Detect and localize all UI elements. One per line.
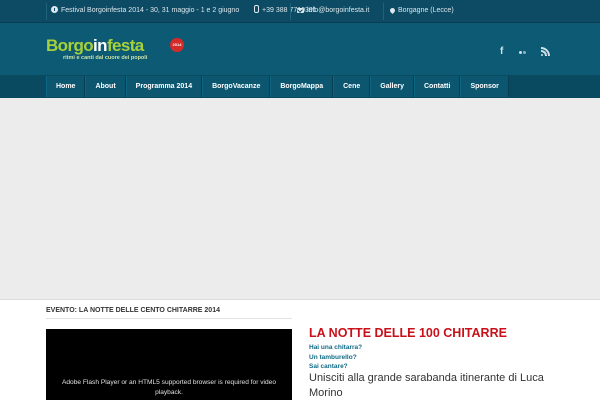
top-info-bar: Festival Borgoinfesta 2014 - 30, 31 magg… [0, 0, 600, 23]
event-dates-text: Festival Borgoinfesta 2014 - 30, 31 magg… [61, 7, 240, 14]
top-separator [46, 3, 47, 20]
email-info[interactable]: info@borgoinfesta.it [297, 5, 369, 17]
top-separator [290, 3, 291, 20]
top-separator [383, 3, 384, 20]
mail-icon [297, 8, 304, 13]
nav-item-contatti[interactable]: Contatti [414, 76, 461, 97]
nav-item-cene[interactable]: Cene [333, 76, 371, 97]
post-question: Un tamburello? [309, 354, 357, 361]
info-icon [51, 6, 58, 13]
post-question: Sai cantare? [309, 363, 348, 370]
slider-placeholder [0, 98, 600, 300]
video-player[interactable]: Adobe Flash Player or an HTML5 supported… [46, 329, 292, 400]
email-link[interactable]: info@borgoinfesta.it [307, 7, 369, 14]
nav-item-sponsor[interactable]: Sponsor [460, 76, 509, 97]
logo-wordmark: Borgoinfesta [46, 36, 144, 55]
site-logo[interactable]: Borgoinfesta 2014 ritmi e canti dal cuor… [46, 36, 186, 68]
nav-item-about[interactable]: About [85, 76, 126, 97]
nav-item-programma[interactable]: Programma 2014 [125, 76, 203, 97]
site-header: Borgoinfesta 2014 ritmi e canti dal cuor… [0, 23, 600, 75]
post-question: Hai una chitarra? [309, 344, 363, 351]
main-nav: Home About Programma 2014 BorgoVacanze B… [46, 76, 509, 97]
map-pin-icon [388, 6, 397, 15]
post-lead-text: Unisciti alla grande sarabanda itinerant… [309, 372, 544, 399]
nav-item-borgovacanze[interactable]: BorgoVacanze [202, 76, 271, 97]
phone-icon [254, 5, 259, 13]
flickr-icon[interactable] [519, 47, 527, 57]
event-heading: EVENTO: LA NOTTE DELLE CENTO CHITARRE 20… [46, 307, 220, 314]
nav-item-home[interactable]: Home [46, 76, 86, 97]
location-info: Borgagne (Lecce) [388, 5, 454, 17]
logo-tagline: ritmi e canti dal cuore dei popoli [63, 55, 148, 61]
post-title: LA NOTTE DELLE 100 CHITARRE [309, 326, 507, 340]
event-dates-info: Festival Borgoinfesta 2014 - 30, 31 magg… [51, 5, 239, 17]
video-fallback-message: Adobe Flash Player or an HTML5 supported… [61, 379, 277, 396]
rss-icon[interactable] [541, 47, 550, 56]
nav-item-gallery[interactable]: Gallery [370, 76, 414, 97]
logo-year-badge: 2014 [170, 38, 184, 52]
location-text: Borgagne (Lecce) [398, 7, 454, 14]
nav-item-borgomappa[interactable]: BorgoMappa [270, 76, 334, 97]
facebook-icon[interactable]: f [500, 47, 503, 57]
divider [46, 318, 292, 319]
